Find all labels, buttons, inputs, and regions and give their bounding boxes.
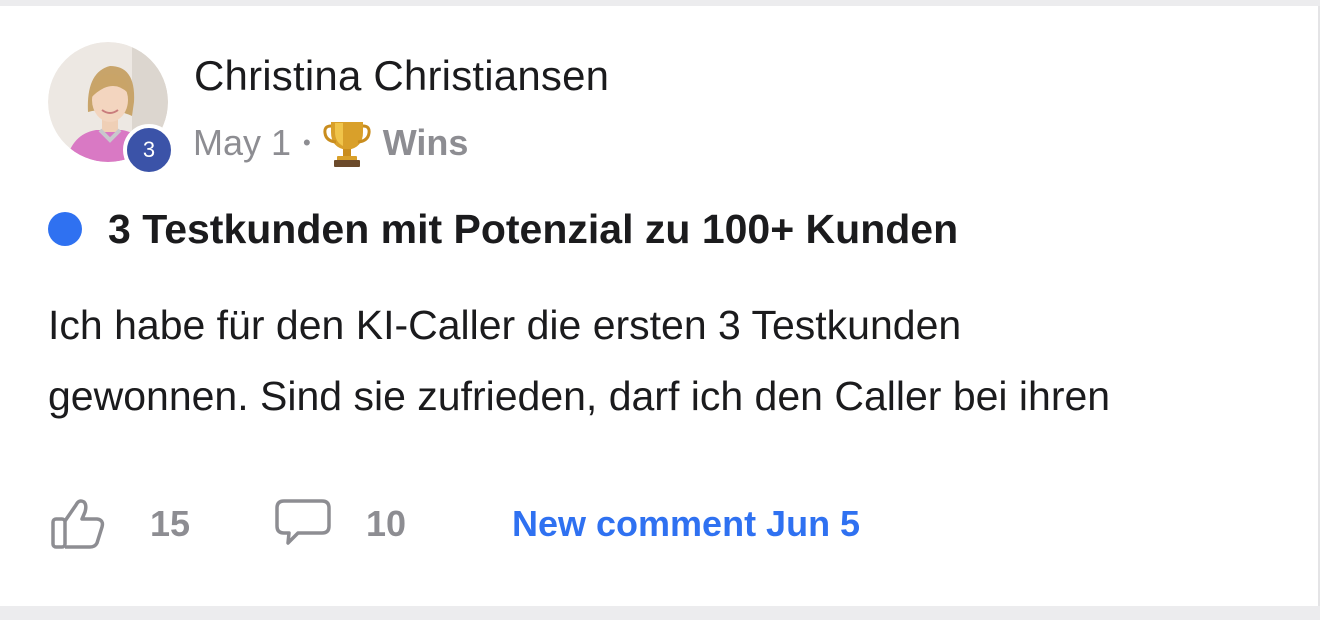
- post-meta: May 1 • Wins: [193, 118, 468, 168]
- post-body-line: gewonnen. Sind sie zufrieden, darf ich d…: [48, 373, 1111, 419]
- post-title-row[interactable]: 3 Testkunden mit Potenzial zu 100+ Kunde…: [48, 204, 958, 254]
- category-label[interactable]: Wins: [383, 122, 469, 164]
- post-body-line: Ich habe für den KI-Caller die ersten 3 …: [48, 302, 962, 348]
- post-card[interactable]: 3 Christina Christiansen May 1 • Wins 3 …: [0, 6, 1320, 606]
- thumbs-up-icon[interactable]: [50, 497, 106, 551]
- trophy-icon: [323, 122, 371, 167]
- level-badge: 3: [123, 124, 175, 176]
- post-date: May 1: [193, 122, 292, 163]
- unread-indicator: [48, 212, 82, 246]
- author-avatar-wrap[interactable]: 3: [48, 42, 175, 176]
- post-actions: 15 10 New comment Jun 5: [50, 496, 860, 552]
- post-title[interactable]: 3 Testkunden mit Potenzial zu 100+ Kunde…: [108, 206, 958, 253]
- post-body[interactable]: Ich habe für den KI-Caller die ersten 3 …: [48, 290, 1298, 432]
- new-comment-link[interactable]: New comment Jun 5: [512, 503, 860, 545]
- like-count: 15: [150, 503, 191, 544]
- meta-separator: •: [303, 130, 311, 155]
- comment-button[interactable]: [274, 497, 332, 552]
- author-name[interactable]: Christina Christiansen: [194, 52, 609, 100]
- comment-count: 10: [366, 503, 407, 544]
- comment-bubble-icon[interactable]: [274, 497, 332, 547]
